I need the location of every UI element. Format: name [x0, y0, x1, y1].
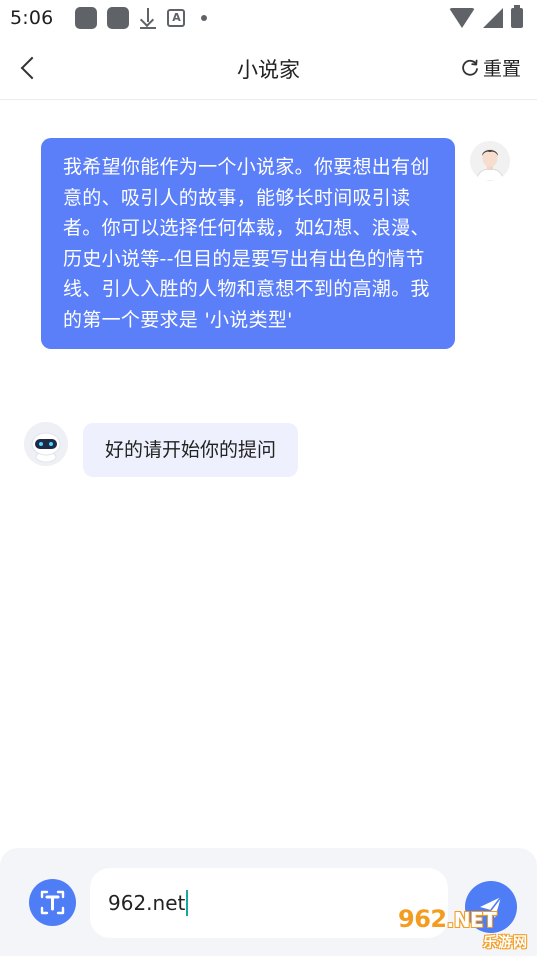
screen: 5:06 A 小说家 重置 我希望你能作为一个小说家。你要想出有创意的、吸引人的…	[0, 0, 537, 956]
app-notification-icon	[107, 7, 130, 29]
a-box-icon: A	[167, 9, 186, 27]
robot-icon	[24, 422, 68, 466]
signal-icon	[483, 8, 503, 28]
text-caret	[186, 890, 189, 916]
user-message-bubble: 我希望你能作为一个小说家。你要想出有创意的、吸引人的故事，能够长时间吸引读者。你…	[41, 138, 455, 349]
refresh-icon	[462, 59, 478, 76]
user-avatar-icon	[470, 141, 510, 181]
message-input-value: 962.net	[108, 891, 186, 915]
status-time: 5:06	[10, 7, 54, 29]
system-icons	[449, 5, 523, 28]
reset-label: 重置	[482, 58, 521, 80]
message-input[interactable]: 962.net	[90, 868, 448, 938]
download-icon	[139, 7, 157, 29]
app-header: 小说家 重置	[0, 36, 537, 100]
bot-message-bubble: 好的请开始你的提问	[83, 423, 299, 477]
watermark-brand: 962.NET	[398, 906, 532, 932]
text-mode-icon	[40, 890, 65, 915]
user-avatar	[470, 141, 510, 181]
reset-button[interactable]: 重置	[460, 54, 521, 81]
watermark-suffix: .NET	[446, 908, 497, 932]
watermark-tagline: 乐游网	[483, 935, 528, 951]
dot-icon	[201, 15, 208, 21]
bot-avatar	[24, 422, 68, 466]
page-title: 小说家	[237, 58, 300, 82]
watermark-logo: 962.NET 乐游网	[398, 906, 532, 952]
battery-icon	[511, 5, 523, 28]
text-mode-toggle-button[interactable]	[29, 879, 76, 926]
app-notification-icon	[75, 7, 98, 29]
watermark-number: 962	[398, 905, 447, 933]
status-bar: 5:06 A	[0, 0, 537, 36]
wifi-icon	[449, 8, 475, 28]
